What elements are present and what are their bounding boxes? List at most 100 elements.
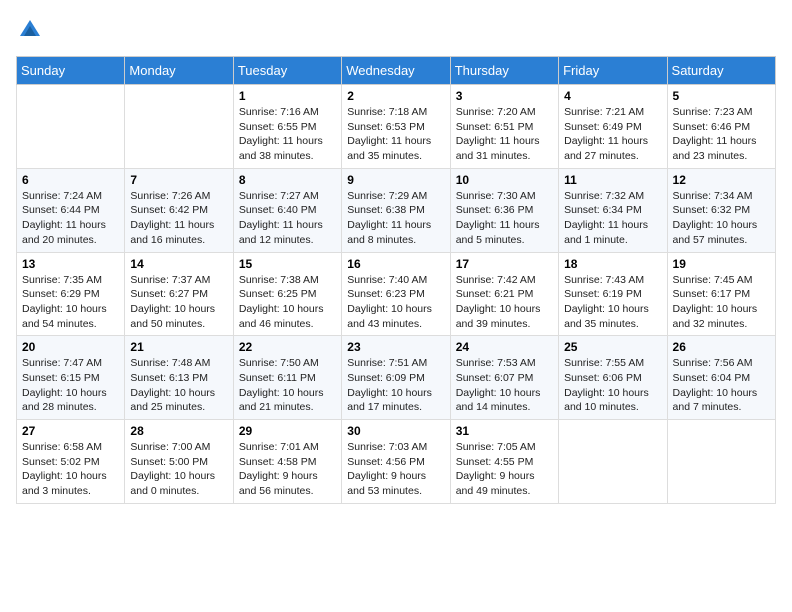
calendar-cell [667, 420, 775, 504]
day-number: 25 [564, 340, 661, 354]
day-detail: Sunrise: 7:34 AM Sunset: 6:32 PM Dayligh… [673, 189, 770, 248]
calendar-cell: 28Sunrise: 7:00 AM Sunset: 5:00 PM Dayli… [125, 420, 233, 504]
calendar-cell: 8 Sunrise: 7:27 AM Sunset: 6:40 PM Daylig… [233, 168, 341, 252]
day-number: 27 [22, 424, 119, 438]
page-header [16, 16, 776, 44]
col-header-monday: Monday [125, 57, 233, 85]
calendar-week-row: 1 Sunrise: 7:16 AM Sunset: 6:55 PM Daylig… [17, 85, 776, 169]
calendar-cell: 12 Sunrise: 7:34 AM Sunset: 6:32 PM Dayli… [667, 168, 775, 252]
day-number: 19 [673, 257, 770, 271]
day-detail: Sunrise: 7:47 AM Sunset: 6:15 PM Dayligh… [22, 356, 119, 415]
day-number: 30 [347, 424, 444, 438]
day-detail: Sunrise: 7:24 AM Sunset: 6:44 PM Dayligh… [22, 189, 119, 248]
day-detail: Sunrise: 7:51 AM Sunset: 6:09 PM Dayligh… [347, 356, 444, 415]
calendar-cell: 7 Sunrise: 7:26 AM Sunset: 6:42 PM Daylig… [125, 168, 233, 252]
day-number: 9 [347, 173, 444, 187]
day-number: 1 [239, 89, 336, 103]
day-detail: Sunrise: 7:55 AM Sunset: 6:06 PM Dayligh… [564, 356, 661, 415]
day-detail: Sunrise: 7:38 AM Sunset: 6:25 PM Dayligh… [239, 273, 336, 332]
day-number: 11 [564, 173, 661, 187]
logo-icon [16, 16, 44, 44]
logo [16, 16, 48, 44]
col-header-saturday: Saturday [667, 57, 775, 85]
day-number: 10 [456, 173, 553, 187]
day-number: 13 [22, 257, 119, 271]
day-detail: Sunrise: 7:16 AM Sunset: 6:55 PM Dayligh… [239, 105, 336, 164]
day-number: 15 [239, 257, 336, 271]
calendar-cell [125, 85, 233, 169]
calendar-cell: 6 Sunrise: 7:24 AM Sunset: 6:44 PM Daylig… [17, 168, 125, 252]
day-number: 12 [673, 173, 770, 187]
calendar-week-row: 6 Sunrise: 7:24 AM Sunset: 6:44 PM Daylig… [17, 168, 776, 252]
day-detail: Sunrise: 7:37 AM Sunset: 6:27 PM Dayligh… [130, 273, 227, 332]
calendar-cell: 27Sunrise: 6:58 AM Sunset: 5:02 PM Dayli… [17, 420, 125, 504]
calendar-cell: 22 Sunrise: 7:50 AM Sunset: 6:11 PM Dayli… [233, 336, 341, 420]
calendar-cell: 25 Sunrise: 7:55 AM Sunset: 6:06 PM Dayli… [559, 336, 667, 420]
calendar-week-row: 13Sunrise: 7:35 AM Sunset: 6:29 PM Dayli… [17, 252, 776, 336]
day-detail: Sunrise: 7:45 AM Sunset: 6:17 PM Dayligh… [673, 273, 770, 332]
day-number: 18 [564, 257, 661, 271]
col-header-tuesday: Tuesday [233, 57, 341, 85]
day-detail: Sunrise: 7:30 AM Sunset: 6:36 PM Dayligh… [456, 189, 553, 248]
calendar-cell: 15 Sunrise: 7:38 AM Sunset: 6:25 PM Dayli… [233, 252, 341, 336]
day-detail: Sunrise: 7:21 AM Sunset: 6:49 PM Dayligh… [564, 105, 661, 164]
day-detail: Sunrise: 7:50 AM Sunset: 6:11 PM Dayligh… [239, 356, 336, 415]
calendar-cell: 24 Sunrise: 7:53 AM Sunset: 6:07 PM Dayli… [450, 336, 558, 420]
day-detail: Sunrise: 7:03 AM Sunset: 4:56 PM Dayligh… [347, 440, 444, 499]
calendar-cell: 11 Sunrise: 7:32 AM Sunset: 6:34 PM Dayli… [559, 168, 667, 252]
day-detail: Sunrise: 7:01 AM Sunset: 4:58 PM Dayligh… [239, 440, 336, 499]
day-number: 31 [456, 424, 553, 438]
calendar-week-row: 27Sunrise: 6:58 AM Sunset: 5:02 PM Dayli… [17, 420, 776, 504]
day-number: 4 [564, 89, 661, 103]
day-detail: Sunrise: 7:27 AM Sunset: 6:40 PM Dayligh… [239, 189, 336, 248]
calendar-cell: 13Sunrise: 7:35 AM Sunset: 6:29 PM Dayli… [17, 252, 125, 336]
calendar-table: SundayMondayTuesdayWednesdayThursdayFrid… [16, 56, 776, 504]
day-number: 3 [456, 89, 553, 103]
calendar-cell: 17 Sunrise: 7:42 AM Sunset: 6:21 PM Dayli… [450, 252, 558, 336]
day-number: 21 [130, 340, 227, 354]
calendar-cell: 2 Sunrise: 7:18 AM Sunset: 6:53 PM Daylig… [342, 85, 450, 169]
day-detail: Sunrise: 7:53 AM Sunset: 6:07 PM Dayligh… [456, 356, 553, 415]
day-number: 22 [239, 340, 336, 354]
calendar-cell: 20 Sunrise: 7:47 AM Sunset: 6:15 PM Dayli… [17, 336, 125, 420]
day-detail: Sunrise: 7:56 AM Sunset: 6:04 PM Dayligh… [673, 356, 770, 415]
day-number: 24 [456, 340, 553, 354]
day-number: 29 [239, 424, 336, 438]
calendar-cell: 1 Sunrise: 7:16 AM Sunset: 6:55 PM Daylig… [233, 85, 341, 169]
calendar-cell: 14 Sunrise: 7:37 AM Sunset: 6:27 PM Dayli… [125, 252, 233, 336]
calendar-week-row: 20 Sunrise: 7:47 AM Sunset: 6:15 PM Dayli… [17, 336, 776, 420]
day-detail: Sunrise: 7:05 AM Sunset: 4:55 PM Dayligh… [456, 440, 553, 499]
calendar-cell: 29 Sunrise: 7:01 AM Sunset: 4:58 PM Dayli… [233, 420, 341, 504]
day-number: 17 [456, 257, 553, 271]
day-number: 8 [239, 173, 336, 187]
day-detail: Sunrise: 7:26 AM Sunset: 6:42 PM Dayligh… [130, 189, 227, 248]
calendar-cell: 18Sunrise: 7:43 AM Sunset: 6:19 PM Dayli… [559, 252, 667, 336]
calendar-cell: 16Sunrise: 7:40 AM Sunset: 6:23 PM Dayli… [342, 252, 450, 336]
day-detail: Sunrise: 7:42 AM Sunset: 6:21 PM Dayligh… [456, 273, 553, 332]
day-detail: Sunrise: 7:18 AM Sunset: 6:53 PM Dayligh… [347, 105, 444, 164]
day-detail: Sunrise: 7:23 AM Sunset: 6:46 PM Dayligh… [673, 105, 770, 164]
day-detail: Sunrise: 7:00 AM Sunset: 5:00 PM Dayligh… [130, 440, 227, 499]
day-detail: Sunrise: 7:48 AM Sunset: 6:13 PM Dayligh… [130, 356, 227, 415]
day-number: 26 [673, 340, 770, 354]
calendar-cell: 26 Sunrise: 7:56 AM Sunset: 6:04 PM Dayli… [667, 336, 775, 420]
calendar-cell: 3Sunrise: 7:20 AM Sunset: 6:51 PM Daylig… [450, 85, 558, 169]
calendar-cell: 21 Sunrise: 7:48 AM Sunset: 6:13 PM Dayli… [125, 336, 233, 420]
day-detail: Sunrise: 7:32 AM Sunset: 6:34 PM Dayligh… [564, 189, 661, 248]
day-number: 16 [347, 257, 444, 271]
day-number: 2 [347, 89, 444, 103]
day-number: 20 [22, 340, 119, 354]
calendar-cell: 19 Sunrise: 7:45 AM Sunset: 6:17 PM Dayli… [667, 252, 775, 336]
col-header-friday: Friday [559, 57, 667, 85]
calendar-cell: 10 Sunrise: 7:30 AM Sunset: 6:36 PM Dayli… [450, 168, 558, 252]
calendar-cell: 5 Sunrise: 7:23 AM Sunset: 6:46 PM Daylig… [667, 85, 775, 169]
day-number: 14 [130, 257, 227, 271]
day-number: 5 [673, 89, 770, 103]
day-detail: Sunrise: 7:29 AM Sunset: 6:38 PM Dayligh… [347, 189, 444, 248]
calendar-cell [559, 420, 667, 504]
calendar-cell: 30 Sunrise: 7:03 AM Sunset: 4:56 PM Dayli… [342, 420, 450, 504]
day-number: 7 [130, 173, 227, 187]
col-header-wednesday: Wednesday [342, 57, 450, 85]
day-number: 6 [22, 173, 119, 187]
calendar-cell: 31 Sunrise: 7:05 AM Sunset: 4:55 PM Dayli… [450, 420, 558, 504]
